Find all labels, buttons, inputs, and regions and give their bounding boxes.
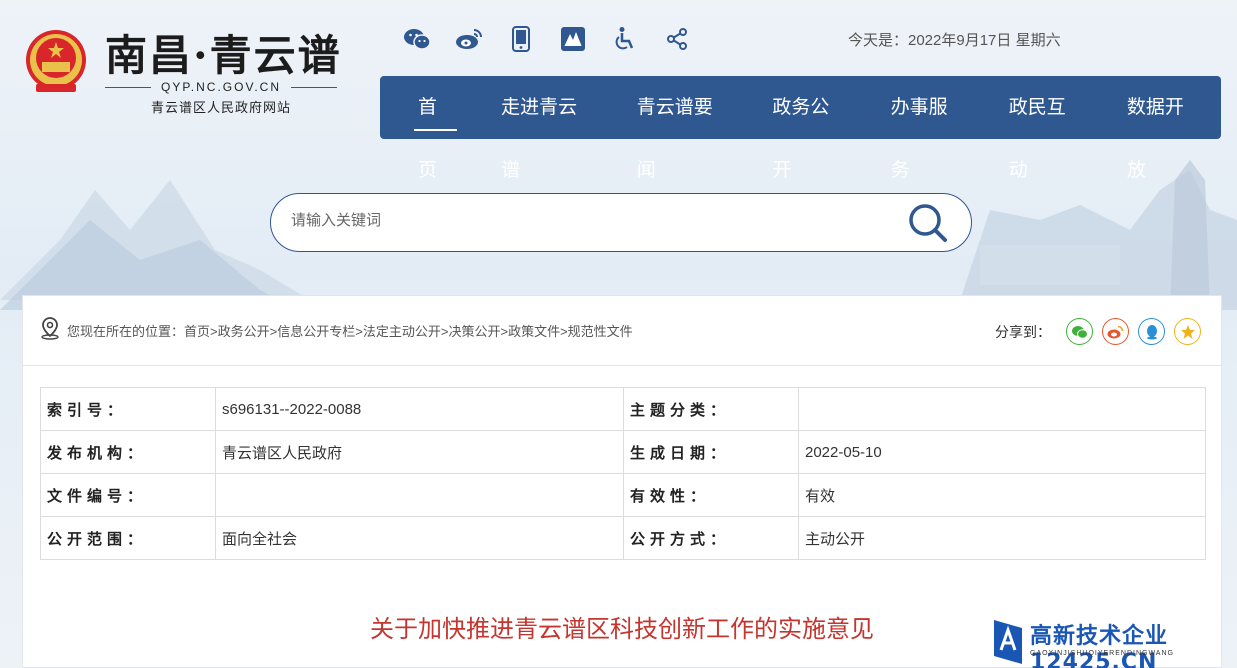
wechat-share-icon[interactable] <box>1066 318 1093 345</box>
watermark-subtext: GAOXINJISHUQIYERENDINGWANG <box>1030 650 1174 657</box>
nav-home[interactable]: 首页 <box>394 76 477 181</box>
meta-value: 主动公开 <box>798 516 1206 560</box>
meta-key: 索引号： <box>40 387 216 431</box>
qzone-share-icon[interactable] <box>1174 318 1201 345</box>
table-row: 索引号： s696131--2022-0088 主题分类： <box>40 387 1206 431</box>
qq-share-icon[interactable] <box>1138 318 1165 345</box>
weibo-share-icon[interactable] <box>1102 318 1129 345</box>
breadcrumb-info-column[interactable]: 信息公开专栏 <box>277 324 355 339</box>
breadcrumb-decision[interactable]: 决策公开 <box>448 324 500 339</box>
meta-value: 面向全社会 <box>215 516 624 560</box>
meta-key: 发布机构： <box>40 430 216 474</box>
site-header: 南昌·青云谱 QYP.NC.GOV.CN 青云谱区人民政府网站 今天是：2022… <box>0 0 1237 181</box>
search-box <box>270 193 972 252</box>
watermark-logo-icon <box>994 620 1022 664</box>
meta-key: 公开方式： <box>623 516 799 560</box>
wechat-icon[interactable] <box>402 24 432 54</box>
search-input[interactable] <box>291 212 891 229</box>
table-row: 公开范围： 面向全社会 公开方式： 主动公开 <box>40 516 1206 560</box>
meta-key: 有效性： <box>623 473 799 517</box>
meta-value: 青云谱区人民政府 <box>215 430 624 474</box>
site-domain: QYP.NC.GOV.CN <box>105 80 337 94</box>
breadcrumb-home[interactable]: 首页 <box>184 324 210 339</box>
meta-key: 主题分类： <box>623 387 799 431</box>
breadcrumb-normative-docs[interactable]: 规范性文件 <box>568 324 633 339</box>
weibo-icon[interactable] <box>454 24 484 54</box>
accessibility-icon[interactable] <box>610 24 640 54</box>
top-icon-bar <box>402 24 692 54</box>
site-title: 南昌·青云谱 <box>105 31 342 80</box>
nav-news[interactable]: 青云谱要闻 <box>613 76 749 181</box>
meta-value: 2022-05-10 <box>798 430 1206 474</box>
meta-value: s696131--2022-0088 <box>215 387 624 431</box>
main-nav: 首页 走进青云谱 青云谱要闻 政务公开 办事服务 政民互动 数据开放 <box>380 76 1221 181</box>
document-metadata-table: 索引号： s696131--2022-0088 主题分类： 发布机构： 青云谱区… <box>40 387 1206 560</box>
app-icon[interactable] <box>558 24 588 54</box>
nav-about[interactable]: 走进青云谱 <box>477 76 613 181</box>
breadcrumb-bar: 您现在所在的位置：首页>政务公开>信息公开专栏>法定主动公开>决策公开>政策文件… <box>23 296 1221 366</box>
current-date: 今天是：2022年9月17日 星期六 <box>848 32 1061 49</box>
nav-services[interactable]: 办事服务 <box>867 76 985 181</box>
nav-interaction[interactable]: 政民互动 <box>985 76 1103 181</box>
breadcrumb-statutory[interactable]: 法定主动公开 <box>363 324 441 339</box>
table-row: 文件编号： 有效性： 有效 <box>40 473 1206 517</box>
meta-value: 有效 <box>798 473 1206 517</box>
nav-open-data[interactable]: 数据开放 <box>1103 76 1221 181</box>
search-icon[interactable] <box>907 202 949 244</box>
meta-value <box>798 387 1206 431</box>
breadcrumb-gov-affairs[interactable]: 政务公开 <box>218 324 270 339</box>
watermark-text: 高新技术企业12425.CN <box>1030 624 1169 668</box>
share-icon[interactable] <box>662 24 692 54</box>
content-panel: 您现在所在的位置：首页>政务公开>信息公开专栏>法定主动公开>决策公开>政策文件… <box>22 295 1222 668</box>
breadcrumb: 您现在所在的位置：首页>政务公开>信息公开专栏>法定主动公开>决策公开>政策文件… <box>67 324 633 339</box>
meta-key: 公开范围： <box>40 516 216 560</box>
table-row: 发布机构： 青云谱区人民政府 生成日期： 2022-05-10 <box>40 430 1206 474</box>
breadcrumb-policy-docs[interactable]: 政策文件 <box>508 324 560 339</box>
meta-value <box>215 473 624 517</box>
meta-key: 生成日期： <box>623 430 799 474</box>
mobile-icon[interactable] <box>506 24 536 54</box>
location-pin-icon <box>41 317 59 340</box>
meta-key: 文件编号： <box>40 473 216 517</box>
share-bar: 分享到： <box>995 318 1201 345</box>
national-emblem-icon <box>26 30 86 92</box>
site-subtitle: 青云谱区人民政府网站 <box>150 100 291 115</box>
watermark: 高新技术企业12425.CN GAOXINJISHUQIYERENDINGWAN… <box>986 616 1237 668</box>
nav-gov-affairs[interactable]: 政务公开 <box>748 76 866 181</box>
breadcrumb-prefix: 您现在所在的位置： <box>67 324 185 339</box>
share-label: 分享到： <box>995 323 1051 340</box>
